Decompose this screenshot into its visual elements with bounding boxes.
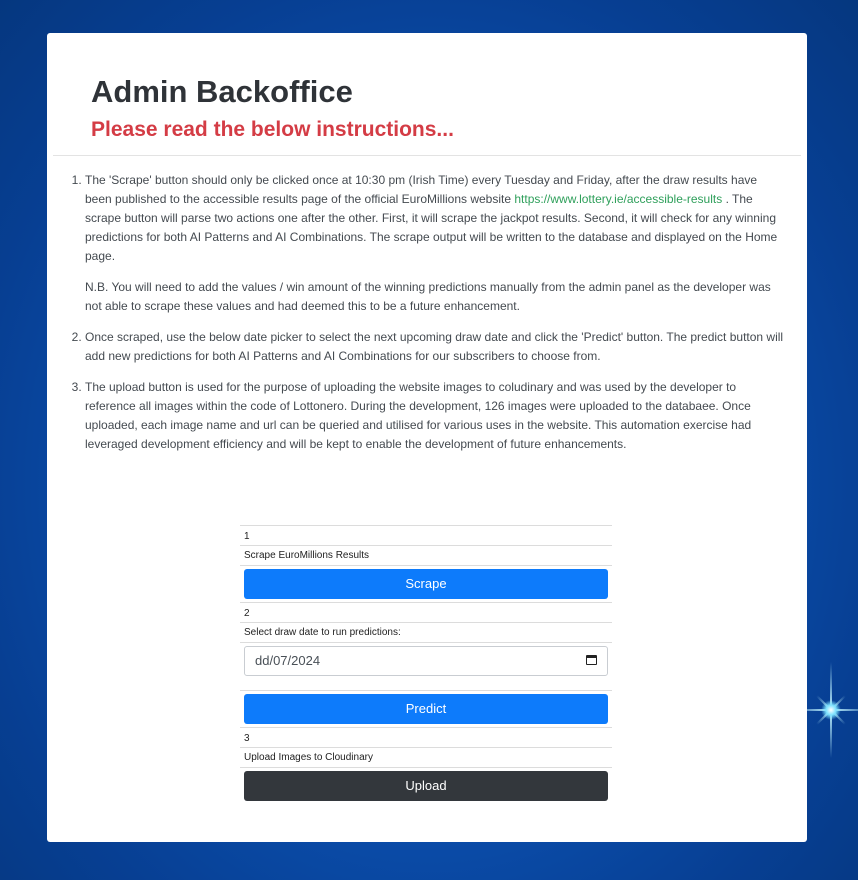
upload-button-wrap: Upload bbox=[240, 767, 612, 804]
lottery-results-link[interactable]: https://www.lottery.ie/accessible-result… bbox=[514, 192, 722, 206]
draw-date-wrap: dd/07/2024 bbox=[240, 642, 612, 690]
admin-card: Admin Backoffice Please read the below i… bbox=[47, 33, 807, 842]
page-title: Admin Backoffice bbox=[91, 74, 353, 109]
step-1-number: 1 bbox=[240, 525, 612, 545]
page-header: Admin Backoffice Please read the below i… bbox=[47, 33, 807, 155]
instructions-list: The 'Scrape' button should only be click… bbox=[47, 171, 807, 454]
page-subtitle: Please read the below instructions... bbox=[91, 118, 454, 141]
step-3-number: 3 bbox=[240, 727, 612, 747]
admin-actions: 1 Scrape EuroMillions Results Scrape 2 S… bbox=[240, 525, 612, 804]
predict-button-wrap: Predict bbox=[240, 690, 612, 727]
step-2-number: 2 bbox=[240, 602, 612, 622]
instruction-item-scrape: The 'Scrape' button should only be click… bbox=[85, 171, 787, 316]
instruction-scrape-text: The 'Scrape' button should only be click… bbox=[85, 171, 787, 266]
instruction-scrape-note: N.B. You will need to add the values / w… bbox=[85, 280, 771, 313]
predict-button[interactable]: Predict bbox=[244, 694, 608, 724]
draw-date-label: Select draw date to run predictions: bbox=[240, 622, 612, 642]
upload-label: Upload Images to Cloudinary bbox=[240, 747, 612, 767]
calendar-icon[interactable] bbox=[586, 655, 597, 665]
instruction-item-upload: The upload button is used for the purpos… bbox=[85, 378, 787, 454]
instruction-item-predict: Once scraped, use the below date picker … bbox=[85, 328, 787, 366]
draw-date-value: dd/07/2024 bbox=[255, 653, 321, 668]
scrape-label: Scrape EuroMillions Results bbox=[240, 545, 612, 565]
draw-date-input[interactable]: dd/07/2024 bbox=[244, 646, 608, 676]
header-divider bbox=[53, 155, 801, 156]
scrape-button[interactable]: Scrape bbox=[244, 569, 608, 599]
upload-button[interactable]: Upload bbox=[244, 771, 608, 801]
scrape-button-wrap: Scrape bbox=[240, 565, 612, 602]
